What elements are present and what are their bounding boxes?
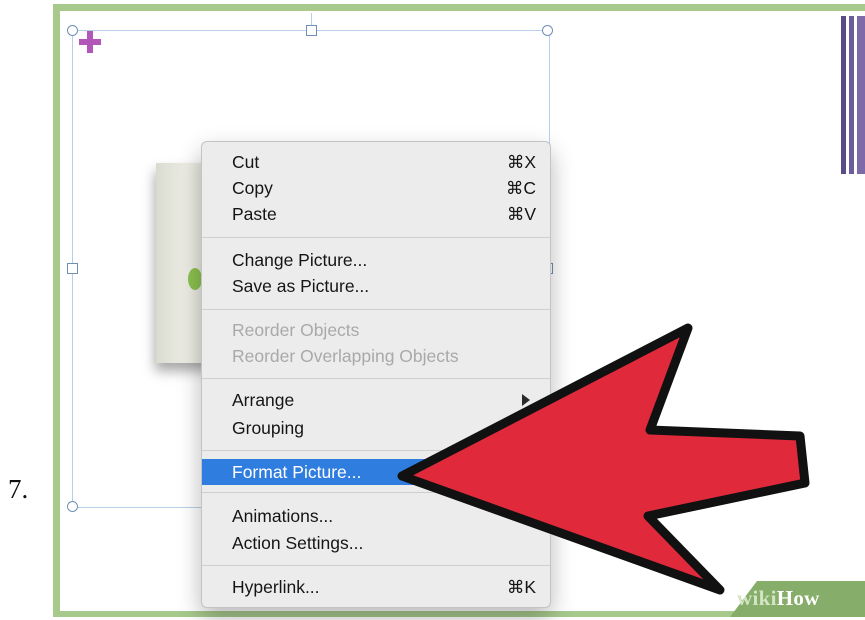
resize-handle-top-right[interactable] (542, 25, 553, 36)
menu-item-shortcut: ⌘V (506, 204, 536, 224)
menu-separator (202, 237, 550, 238)
menu-item-label: Animations... (232, 506, 334, 526)
resize-handle-bottom-left[interactable] (67, 501, 78, 512)
decorative-stripe (841, 16, 846, 174)
menu-item-shortcut: ⌘X (506, 152, 536, 172)
resize-handle-left[interactable] (67, 263, 78, 274)
menu-item-label: Save as Picture... (232, 276, 370, 296)
red-arrow-icon (397, 323, 810, 595)
menu-item-label: Change Picture... (232, 250, 368, 270)
menu-item-cut[interactable]: Cut ⌘X (202, 149, 550, 175)
menu-item-save-as-picture[interactable]: Save as Picture... (202, 273, 550, 299)
menu-item-label: Grouping (232, 418, 304, 438)
menu-item-label: Reorder Objects (232, 320, 360, 340)
menu-item-label: Hyperlink... (232, 577, 320, 597)
decorative-stripe (849, 16, 854, 174)
rotation-handle[interactable] (306, 25, 317, 36)
menu-item-paste[interactable]: Paste ⌘V (202, 201, 550, 227)
wikihow-watermark: wikiHow (737, 586, 820, 611)
menu-item-label: Arrange (232, 390, 295, 410)
decorative-stripe (857, 16, 865, 174)
menu-item-label: Cut (232, 152, 260, 172)
menu-item-shortcut: ⌘C (505, 178, 536, 198)
menu-item-copy[interactable]: Copy ⌘C (202, 175, 550, 201)
resize-handle-top-left[interactable] (67, 25, 78, 36)
watermark-how: How (776, 586, 820, 610)
menu-item-label: Copy (232, 178, 273, 198)
plus-icon (79, 31, 101, 53)
watermark-wiki: wiki (737, 586, 777, 610)
menu-item-label: Format Picture... (232, 462, 362, 482)
step-number: 7. (8, 474, 29, 504)
menu-item-label: Action Settings... (232, 533, 364, 553)
menu-separator (202, 309, 550, 310)
menu-item-change-picture[interactable]: Change Picture... (202, 247, 550, 273)
menu-item-label: Paste (232, 204, 277, 224)
